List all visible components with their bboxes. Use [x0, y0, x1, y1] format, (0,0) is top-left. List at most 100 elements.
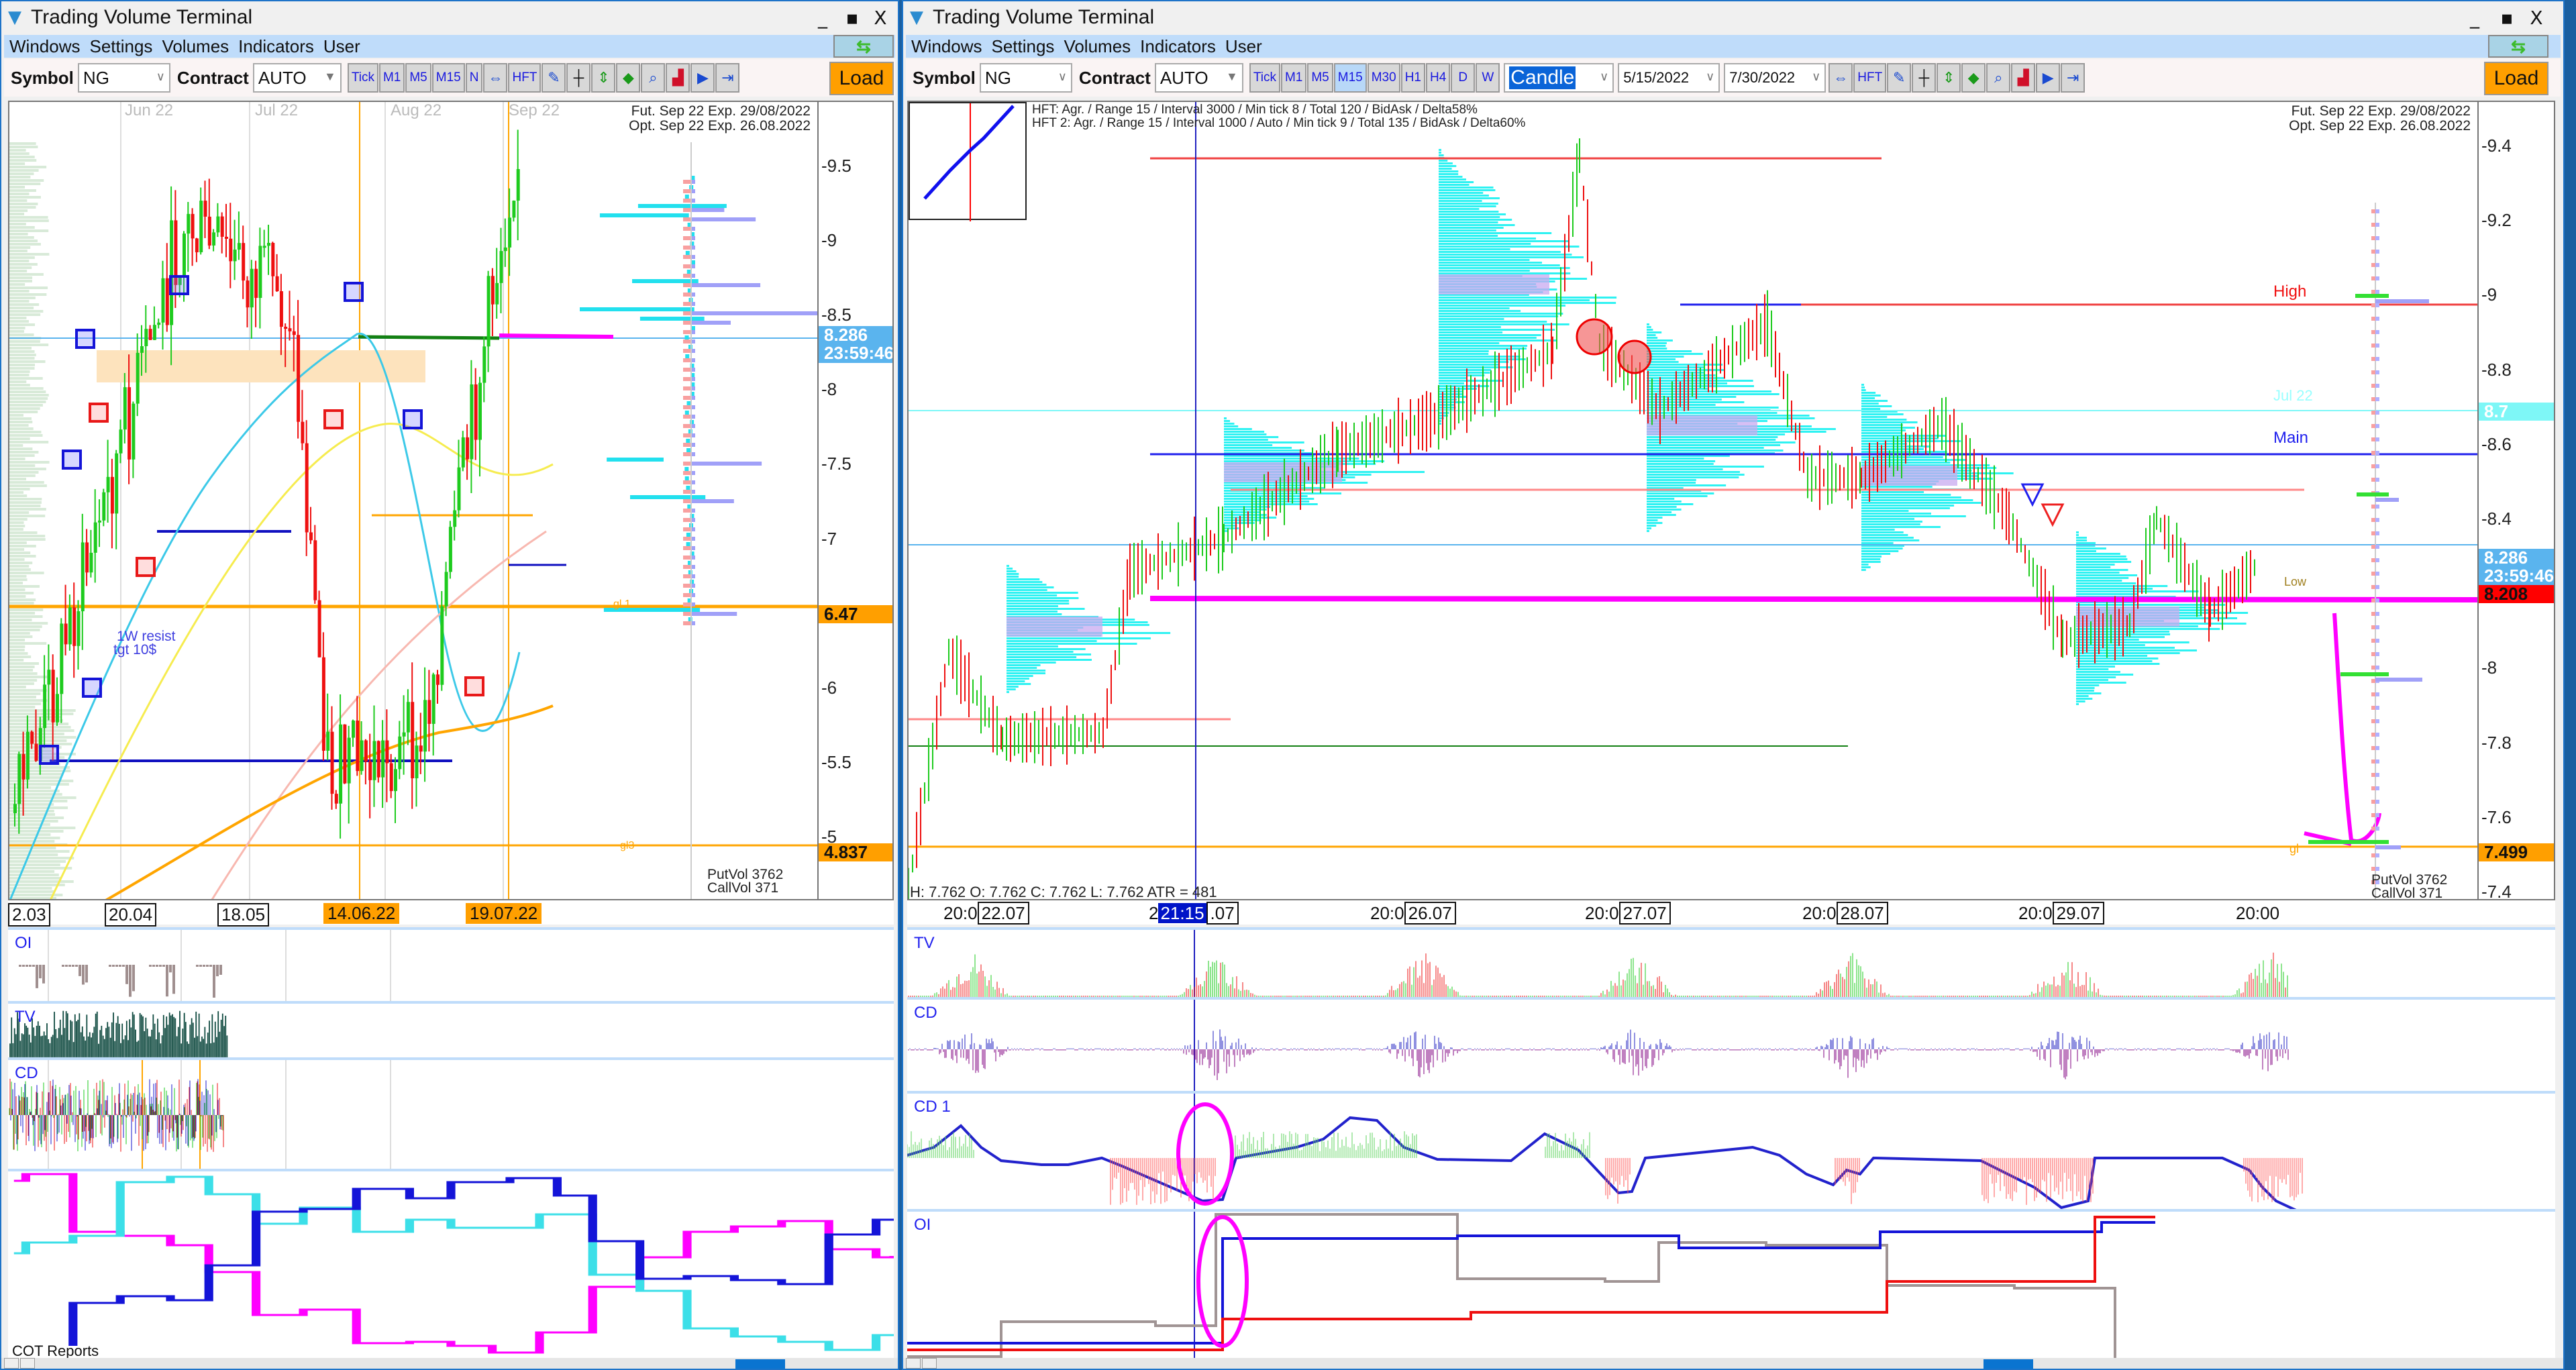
- sync-arrows-button[interactable]: ⇔: [483, 63, 508, 93]
- tf-m1-button[interactable]: M1: [378, 63, 405, 93]
- vertical-fit-button[interactable]: ⇕: [1937, 63, 1961, 93]
- contract-select[interactable]: AUTO ▼: [1154, 63, 1243, 93]
- menu-settings[interactable]: Settings: [89, 36, 152, 57]
- volume-profile-bar: [1861, 419, 1907, 421]
- fit-all-button[interactable]: ◆: [1961, 63, 1986, 93]
- put-volume-bar: [2371, 813, 2375, 817]
- crosshair-button[interactable]: ┼: [566, 63, 591, 93]
- menu-user[interactable]: User: [323, 36, 360, 57]
- load-button[interactable]: Load: [2484, 62, 2548, 95]
- tv-panel[interactable]: TV: [8, 1001, 894, 1057]
- tv-bar: [28, 1034, 30, 1057]
- tf-h1-button[interactable]: H1: [1400, 63, 1425, 93]
- contract-select[interactable]: AUTO ▼: [252, 63, 342, 93]
- oi-panel[interactable]: OI: [907, 1209, 2555, 1361]
- minimize-button[interactable]: _: [2461, 7, 2488, 29]
- tf-h4-button[interactable]: H4: [1426, 63, 1451, 93]
- horizontal-scrollbar[interactable]: [903, 1358, 2563, 1369]
- menu-windows[interactable]: Windows: [9, 36, 80, 57]
- scroll-right-button[interactable]: [20, 1358, 35, 1369]
- chart-type-select[interactable]: Candle ∨: [1504, 63, 1614, 93]
- symbol-select[interactable]: NG ∨: [77, 63, 170, 93]
- draw-pencil-button[interactable]: ✎: [542, 63, 566, 93]
- scroll-end-button[interactable]: ⇥: [715, 63, 740, 93]
- volume-profile-bar: [1439, 321, 1547, 323]
- sync-arrows-button[interactable]: ⇔: [1828, 63, 1853, 93]
- menu-windows[interactable]: Windows: [911, 36, 982, 57]
- close-button[interactable]: X: [2523, 7, 2550, 29]
- annotation-target[interactable]: tgt 10$: [113, 642, 156, 657]
- date-to-picker[interactable]: 7/30/2022 ∨: [1724, 63, 1826, 93]
- tf-w-button[interactable]: W: [1476, 63, 1500, 93]
- price-chart[interactable]: HFT: Agr. / Range 15 / Interval 3000 / M…: [907, 101, 2555, 900]
- scroll-right-button[interactable]: [922, 1358, 937, 1369]
- cot-panel[interactable]: COT Reports: [8, 1169, 894, 1361]
- close-button[interactable]: X: [867, 7, 894, 29]
- maximize-button[interactable]: ▪: [839, 7, 866, 29]
- menu-settings[interactable]: Settings: [991, 36, 1054, 57]
- menu-volumes[interactable]: Volumes: [162, 36, 229, 57]
- tf-m15-button[interactable]: M15: [1333, 63, 1367, 93]
- time-axis[interactable]: 2.03 20.04 18.05 14.06.22 19.07.22: [8, 900, 894, 927]
- scroll-thumb[interactable]: [735, 1359, 785, 1369]
- cd-panel[interactable]: CD: [8, 1057, 894, 1169]
- call-volume-bar: [2375, 384, 2379, 388]
- price-chart[interactable]: Jun 22 Jul 22 Aug 22 Sep 22 Fut. Sep 22 …: [8, 101, 894, 900]
- tf-m30-button[interactable]: M30: [1367, 63, 1400, 93]
- tf-m1-button[interactable]: M1: [1280, 63, 1307, 93]
- title-bar[interactable]: ▼ Trading Volume Terminal _ ▪ X: [1, 1, 898, 34]
- tf-m15-button[interactable]: M15: [431, 63, 465, 93]
- sync-refresh-button[interactable]: ⇆: [833, 35, 894, 58]
- scroll-left-button[interactable]: [4, 1358, 19, 1369]
- candle-body: [427, 700, 431, 724]
- put-volume-bar: [683, 377, 691, 381]
- scroll-left-button[interactable]: [906, 1358, 921, 1369]
- scroll-thumb[interactable]: [1983, 1359, 2033, 1369]
- tv-panel[interactable]: TV: [907, 927, 2555, 997]
- volume-bars-button[interactable]: ▟: [2011, 63, 2036, 93]
- call-volume-bar: [691, 217, 756, 221]
- draw-pencil-button[interactable]: ✎: [1887, 63, 1912, 93]
- hft-button[interactable]: HFT: [508, 63, 542, 93]
- cd-panel[interactable]: CD: [907, 997, 2555, 1091]
- crosshair-button[interactable]: ┼: [1912, 63, 1937, 93]
- delta-button[interactable]: ▶: [690, 63, 715, 93]
- volume-profile-bar: [9, 226, 35, 229]
- zoom-button[interactable]: ⌕: [641, 63, 666, 93]
- tv-bar: [185, 1021, 187, 1057]
- zoom-button[interactable]: ⌕: [1986, 63, 2011, 93]
- tf-m5-button[interactable]: M5: [405, 63, 431, 93]
- tf-m5-button[interactable]: M5: [1307, 63, 1333, 93]
- price-axis[interactable]: -5-5.5-6-6.5-7-7.5-8-8.5-9-9.5 8.286 23:…: [817, 102, 892, 899]
- load-button[interactable]: Load: [829, 62, 894, 95]
- volume-profile-bar: [1439, 221, 1498, 223]
- tf-tick-button[interactable]: Tick: [347, 63, 378, 93]
- date-from-picker[interactable]: 5/15/2022 ∨: [1618, 63, 1720, 93]
- title-bar[interactable]: ▼ Trading Volume Terminal _ ▪ X: [903, 1, 2563, 34]
- tf-more-button[interactable]: N: [465, 63, 483, 93]
- menu-volumes[interactable]: Volumes: [1064, 36, 1131, 57]
- minimap-preview[interactable]: [909, 102, 1027, 221]
- maximize-button[interactable]: ▪: [2493, 7, 2520, 29]
- vertical-fit-button[interactable]: ⇕: [591, 63, 616, 93]
- menu-indicators[interactable]: Indicators: [1140, 36, 1216, 57]
- volume-profile-bar: [1224, 431, 1265, 433]
- symbol-select[interactable]: NG ∨: [979, 63, 1072, 93]
- time-axis[interactable]: 20:0 22.07 2 21:15.07 20:0 26.07 20:0 27.07 20:0…: [907, 900, 2555, 925]
- price-axis[interactable]: -7.4-7.6-7.8-8-8.2-8.4-8.6-8.8-9-9.2-9.4…: [2477, 102, 2554, 899]
- sync-refresh-button[interactable]: ⇆: [2488, 35, 2548, 58]
- cd1-panel[interactable]: CD 1: [907, 1091, 2555, 1209]
- scroll-end-button[interactable]: ⇥: [2061, 63, 2085, 93]
- fit-all-button[interactable]: ◆: [616, 63, 641, 93]
- tf-d-button[interactable]: D: [1451, 63, 1476, 93]
- tf-tick-button[interactable]: Tick: [1249, 63, 1280, 93]
- minimize-button[interactable]: _: [809, 7, 836, 29]
- oi-panel[interactable]: OI: [8, 927, 894, 1001]
- volume-bars-button[interactable]: ▟: [666, 63, 690, 93]
- hft-button[interactable]: HFT: [1853, 63, 1887, 93]
- menu-user[interactable]: User: [1225, 36, 1262, 57]
- delta-button[interactable]: ▶: [2036, 63, 2061, 93]
- volume-profile-bar: [1439, 299, 1590, 301]
- horizontal-scrollbar[interactable]: [1, 1358, 898, 1369]
- menu-indicators[interactable]: Indicators: [238, 36, 314, 57]
